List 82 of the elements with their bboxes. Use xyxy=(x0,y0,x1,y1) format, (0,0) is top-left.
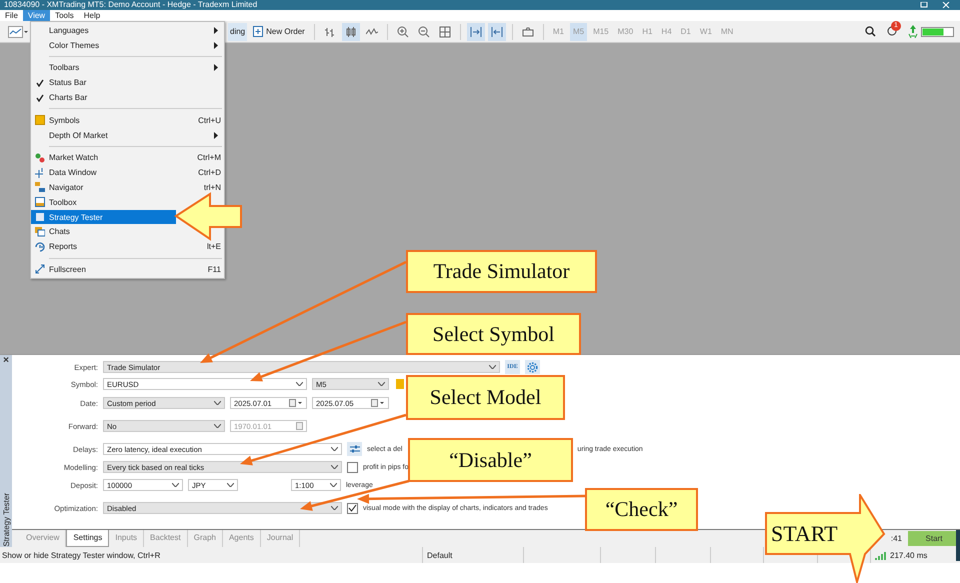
line-chart-icon[interactable] xyxy=(8,26,28,38)
sliders-icon xyxy=(350,444,360,454)
chat-icon xyxy=(35,226,45,237)
chevron-down-icon xyxy=(227,483,234,487)
dots-icon xyxy=(35,152,45,163)
menu-item[interactable]: Status Bar xyxy=(31,75,224,90)
window-title: 10834090 - XMTrading MT5: Demo Account - Hedge - Tradexm Limited xyxy=(4,0,258,10)
search-icon[interactable] xyxy=(865,26,876,37)
chevron-down-icon xyxy=(489,365,496,369)
menu-item[interactable]: Tools xyxy=(50,10,79,21)
close-panel-button[interactable]: × xyxy=(3,355,9,367)
window-icon xyxy=(35,197,45,208)
delay-settings-button[interactable] xyxy=(347,442,362,456)
menu-item[interactable]: Charts Bar xyxy=(31,90,224,105)
caret-right-icon xyxy=(214,64,218,72)
camera-icon xyxy=(522,26,534,38)
zoom-out-icon xyxy=(418,26,430,38)
square-icon xyxy=(35,212,45,222)
chevron-down-icon xyxy=(172,483,179,487)
candlestick-icon xyxy=(344,26,357,38)
checkmark-icon xyxy=(348,504,357,512)
callout-box: Select Symbol xyxy=(406,313,581,355)
menu-item[interactable]: Help xyxy=(78,10,106,21)
grid-icon xyxy=(438,26,451,38)
plus-document-icon xyxy=(253,26,264,37)
chevron-down-icon xyxy=(331,506,338,510)
chevron-down-icon xyxy=(330,483,337,487)
line-chart-icon xyxy=(366,26,378,38)
callout-box: “Disable” xyxy=(408,438,573,482)
callout-box: “Check” xyxy=(585,488,698,531)
chevron-down-icon xyxy=(296,382,303,386)
expand-icon xyxy=(35,264,45,274)
settings-button[interactable] xyxy=(525,360,540,374)
elapsed-time: :41 xyxy=(890,533,902,545)
battery-icon xyxy=(921,26,954,36)
zoom-in-icon xyxy=(396,26,409,38)
menu-item[interactable]: Languages xyxy=(31,23,224,38)
menu-pointer-arrow xyxy=(174,192,242,241)
chevron-down-icon xyxy=(214,401,221,405)
algo-trading-button[interactable]: ding xyxy=(228,22,248,40)
menu-item[interactable]: Reports lt+E xyxy=(31,239,224,254)
menu-item[interactable]: Strategy Tester xyxy=(31,210,176,224)
profile-name: Default xyxy=(422,547,523,563)
toolbar-button[interactable] xyxy=(342,22,360,40)
callout-box: Select Model xyxy=(406,375,565,420)
new-order-button[interactable]: New Order xyxy=(250,22,308,40)
toolbar-button[interactable] xyxy=(488,22,506,40)
chevron-down-icon xyxy=(214,424,221,428)
crosshair-icon xyxy=(35,168,45,178)
menu-item[interactable]: Market Watch Ctrl+M xyxy=(31,150,224,166)
calendar-icon xyxy=(289,399,303,407)
arrow-right-icon xyxy=(470,26,482,38)
menu-item[interactable]: Navigator trl+N xyxy=(31,180,224,195)
bar-chart-icon xyxy=(324,26,336,38)
menu-item[interactable]: Fullscreen F11 xyxy=(31,262,224,277)
side-panel-label: Strategy Tester xyxy=(2,492,10,547)
checkbox[interactable] xyxy=(347,502,358,514)
calendar-icon xyxy=(296,422,303,430)
caret-right-icon xyxy=(214,132,218,139)
toolbar-button[interactable] xyxy=(466,22,485,40)
menu-item[interactable]: Toolbars xyxy=(31,60,224,76)
menu-item[interactable]: Depth Of Market xyxy=(31,128,224,142)
tab[interactable]: Settings xyxy=(66,530,110,547)
menu-item[interactable]: File xyxy=(0,10,23,21)
restore-icon[interactable] xyxy=(920,2,928,8)
menu-item[interactable]: Chats xyxy=(31,224,176,240)
calendar-icon xyxy=(371,399,385,407)
menu-item[interactable]: Color Themes xyxy=(31,38,224,53)
menu-item[interactable]: Symbols Ctrl+U xyxy=(31,112,224,128)
close-icon[interactable] xyxy=(942,2,950,8)
arrow-left-icon xyxy=(490,26,503,38)
signal-bars-icon xyxy=(875,550,887,560)
ping-value: 217.40 ms xyxy=(890,550,928,560)
menu-item[interactable]: Data Window Ctrl+D xyxy=(31,165,224,180)
chevron-down-icon xyxy=(378,382,385,386)
callout-box: Trade Simulator xyxy=(406,250,597,293)
chevron-down-icon xyxy=(331,447,338,451)
menu-item[interactable]: Toolbox xyxy=(31,194,176,210)
status-message: Show or hide Strategy Tester window, Ctrl+R xyxy=(1,550,162,560)
chevron-down-icon xyxy=(331,465,338,469)
gear-icon xyxy=(527,362,538,372)
checkbox[interactable] xyxy=(347,462,358,472)
